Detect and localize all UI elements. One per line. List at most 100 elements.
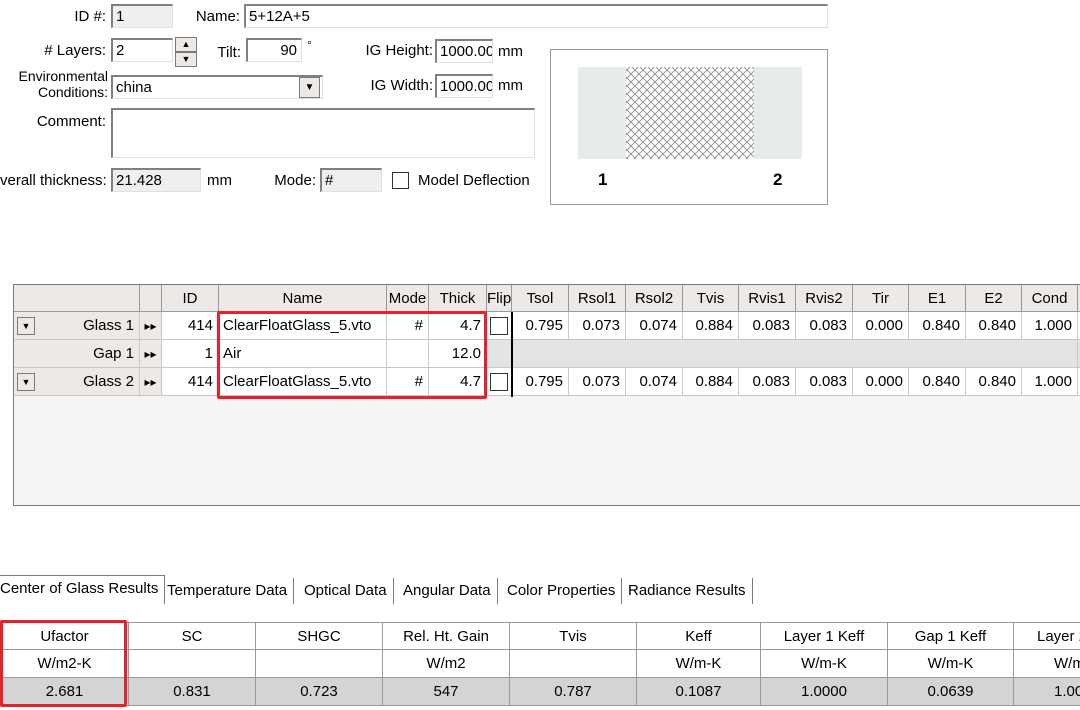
cell-flip[interactable] [487,312,512,340]
mode-field[interactable]: # [320,168,382,192]
row-arrow-icon[interactable]: ▸▸ [140,340,162,368]
tab-optical-data[interactable]: Optical Data [298,578,394,604]
grid-header-rvis1[interactable]: Rvis1 [739,285,796,312]
name-field[interactable]: 5+12A+5 [244,4,828,28]
results-header-shgc: SHGC [256,622,383,650]
results-value-shgc: 0.723 [256,678,383,706]
grid-header-id[interactable]: ID [162,285,219,312]
row-dropdown-button[interactable]: ▼ [17,317,35,335]
cell-rsol1: 0.073 [569,368,626,396]
comment-label: Comment: [36,113,106,130]
row-arrow-icon[interactable]: ▸▸ [140,368,162,396]
comment-field[interactable] [111,108,535,158]
row-arrow-icon[interactable]: ▸▸ [140,312,162,340]
cell-rvis1: 0.083 [739,312,796,340]
grid-header-mode[interactable]: Mode [387,285,429,312]
grid-header-label [14,285,140,312]
cell-name[interactable]: Air [219,340,387,368]
env-select[interactable]: china [111,75,323,99]
results-header-gap1-keff: Gap 1 Keff [888,622,1014,650]
grid-header-flip[interactable]: Flip [487,285,512,312]
cell-thick[interactable]: 4.7 [429,312,487,340]
grid-header-tir[interactable]: Tir [853,285,909,312]
mode-label: Mode: [274,172,316,189]
grid-header-rsol2[interactable]: Rsol2 [626,285,683,312]
grid-header-tvis[interactable]: Tvis [683,285,739,312]
cell-rvis2: 0.083 [796,312,853,340]
ig-height-field[interactable]: 1000.00 [435,39,493,63]
env-label-line1: Environmental [18,68,109,84]
tilt-field[interactable]: 90 [246,38,302,62]
ig-width-field[interactable]: 1000.00 [435,74,493,98]
layers-up-button[interactable]: ▲ [175,37,197,52]
cell-e1: 0.840 [909,312,966,340]
cell-mode[interactable]: # [387,368,429,396]
cell-thick[interactable]: 12.0 [429,340,487,368]
results-header-keff: Keff [637,622,761,650]
cell-name[interactable]: ClearFloatGlass_5.vto [219,312,387,340]
tab-temperature-data[interactable]: Temperature Data [161,578,295,604]
tab-color-properties[interactable]: Color Properties [501,578,623,604]
row-label-cell: Gap 1 [14,340,140,368]
results-unit-gap1-keff: W/m-K [888,650,1014,678]
name-label: Name: [195,8,240,25]
chevron-down-icon: ▼ [21,321,31,331]
env-label-line2: Conditions: [37,84,108,100]
cell-e1: 0.840 [909,368,966,396]
flip-checkbox[interactable] [490,373,508,391]
grid-header-thick[interactable]: Thick [429,285,487,312]
overall-thickness-field: 21.428 [111,168,201,192]
layer-1-label: 1 [598,170,608,189]
results-header-ufactor: Ufactor [0,622,129,650]
row-label-cell: ▼ Glass 2 [14,368,140,396]
cell-e2: 0.840 [966,312,1022,340]
ig-height-label: IG Height: [365,42,433,59]
cell-mode[interactable]: # [387,312,429,340]
cell-cond: 1.000 [1022,312,1078,340]
results-header-sc: SC [129,622,256,650]
tab-angular-data[interactable]: Angular Data [397,578,498,604]
results-unit-layer2-keff: W/m-K [1014,650,1080,678]
cell-rsol2: 0.074 [626,368,683,396]
tab-radiance-results[interactable]: Radiance Results [622,578,753,604]
cell-tir: 0.000 [853,368,909,396]
grid-header-e2[interactable]: E2 [966,285,1022,312]
row-dropdown-button[interactable]: ▼ [17,373,35,391]
tab-center-of-glass-results[interactable]: Center of Glass Results [0,575,166,604]
cell-id[interactable]: 1 [162,340,219,368]
results-value-keff: 0.1087 [637,678,761,706]
results-value-ufactor: 2.681 [0,678,129,706]
results-value-sc: 0.831 [129,678,256,706]
layers-field[interactable]: 2 [111,38,173,62]
cell-mode[interactable] [387,340,429,368]
grid-header-cond[interactable]: Cond [1022,285,1078,312]
env-select-value: china [116,79,152,96]
cell-name[interactable]: ClearFloatGlass_5.vto [219,368,387,396]
cell-rvis1: 0.083 [739,368,796,396]
cell-thick[interactable]: 4.7 [429,368,487,396]
flip-checkbox[interactable] [490,317,508,335]
grid-header-e1[interactable]: E1 [909,285,966,312]
grid-header-tsol[interactable]: Tsol [512,285,569,312]
grid-header-name[interactable]: Name [219,285,387,312]
cell-optical-blank [512,340,1078,368]
chevron-down-icon: ▼ [181,54,191,64]
results-unit-ufactor: W/m2-K [0,650,129,678]
results-value-layer1-keff: 1.0000 [761,678,888,706]
model-deflection-checkbox[interactable] [392,172,409,189]
layers-down-button[interactable]: ▼ [175,52,197,67]
results-header-layer1-keff: Layer 1 Keff [761,622,888,650]
cell-flip[interactable] [487,368,512,396]
env-dropdown-button[interactable]: ▼ [299,77,320,98]
layer-2-label: 2 [773,170,783,189]
row-label: Glass 1 [83,317,134,334]
cell-id[interactable]: 414 [162,368,219,396]
results-unit-layer1-keff: W/m-K [761,650,888,678]
ig-width-label: IG Width: [370,77,433,94]
chevron-down-icon: ▼ [304,82,315,93]
cell-id[interactable]: 414 [162,312,219,340]
id-field[interactable]: 1 [111,4,173,28]
grid-header-rvis2[interactable]: Rvis2 [796,285,853,312]
model-deflection-label: Model Deflection [418,172,530,189]
grid-header-rsol1[interactable]: Rsol1 [569,285,626,312]
